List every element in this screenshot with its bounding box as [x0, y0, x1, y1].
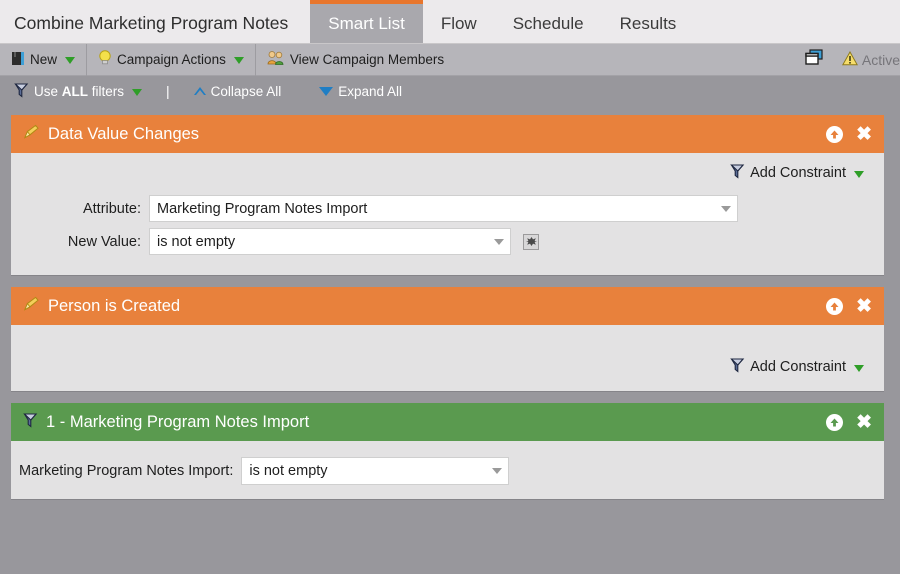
- new-value-select-value: is not empty: [157, 233, 236, 250]
- expand-all-label: Expand All: [338, 83, 403, 99]
- collapse-all-button[interactable]: Collapse All: [186, 84, 290, 99]
- tab-flow-label: Flow: [440, 13, 477, 33]
- new-button[interactable]: New: [0, 44, 86, 75]
- tab-smart-list[interactable]: Smart List: [310, 0, 423, 43]
- attribute-label: Attribute:: [82, 200, 141, 217]
- add-constraint-label: Add Constraint: [750, 165, 846, 181]
- funnel-icon: [23, 412, 38, 433]
- funnel-icon: [730, 163, 745, 183]
- collapse-all-label: Collapse All: [210, 83, 282, 99]
- attribute-select[interactable]: Marketing Program Notes Import: [149, 195, 738, 222]
- tab-results[interactable]: Results: [602, 0, 695, 43]
- add-constraint-button[interactable]: Add Constraint: [730, 357, 864, 377]
- document-icon: [11, 51, 25, 69]
- form-row-attribute: Attribute: Marketing Program Notes Impor…: [23, 195, 872, 222]
- status-badge-label: Active: [861, 51, 900, 68]
- panel-body: Add Constraint Attribute: Marketing Prog…: [11, 153, 884, 275]
- people-icon: [267, 50, 285, 69]
- chevron-down-icon: [494, 238, 504, 245]
- move-up-button[interactable]: [826, 413, 844, 431]
- funnel-icon: [730, 357, 745, 377]
- panel-body: Add Constraint: [11, 325, 884, 391]
- tab-bar: Combine Marketing Program Notes Smart Li…: [0, 0, 900, 44]
- chevron-down-icon[interactable]: [854, 364, 864, 372]
- lightbulb-icon: [98, 50, 112, 69]
- filter-toolbar-separator: |: [166, 83, 170, 99]
- value-picker-button[interactable]: [523, 233, 539, 250]
- use-all-filters-button[interactable]: Use ALL filters: [6, 82, 150, 101]
- chevron-down-icon[interactable]: [233, 57, 244, 64]
- chevron-down-icon[interactable]: [132, 88, 143, 96]
- panel-body: Marketing Program Notes Import: is not e…: [11, 441, 884, 499]
- tab-schedule-label: Schedule: [512, 13, 584, 33]
- move-up-button[interactable]: [826, 297, 844, 315]
- funnel-icon: [14, 82, 29, 101]
- panel-title: 1 - Marketing Program Notes Import: [46, 412, 310, 431]
- filter-panel-marketing-program-notes-import: 1 - Marketing Program Notes Import ✖ Mar…: [11, 403, 884, 499]
- filter-operator-select[interactable]: is not empty: [241, 457, 510, 485]
- panel-header-actions: ✖: [826, 413, 872, 432]
- triangle-down-icon: [319, 86, 334, 96]
- use-all-filters-label: Use ALL filters: [34, 84, 124, 99]
- smart-list-canvas: Data Value Changes ✖ Add Constraint Attr…: [0, 106, 900, 574]
- panel-header-actions: ✖: [826, 297, 872, 316]
- expand-all-button[interactable]: Expand All: [311, 84, 410, 99]
- add-constraint-row: Add Constraint: [23, 357, 872, 377]
- filter-panel-data-value-changes: Data Value Changes ✖ Add Constraint Attr…: [11, 115, 884, 275]
- move-up-button[interactable]: [826, 125, 844, 143]
- use-filters-prefix: Use: [34, 83, 62, 99]
- pencil-icon: [23, 296, 40, 317]
- program-title: Combine Marketing Program Notes: [14, 13, 289, 33]
- window-icon[interactable]: [804, 48, 824, 71]
- chevron-down-icon: [492, 468, 503, 474]
- triangle-up-icon: [193, 87, 206, 95]
- use-filters-suffix: filters: [88, 83, 125, 99]
- toolbar-right-group: Active: [804, 44, 900, 75]
- warning-icon: [841, 50, 858, 69]
- constraint-form: Attribute: Marketing Program Notes Impor…: [23, 195, 872, 255]
- close-icon[interactable]: ✖: [856, 413, 872, 432]
- panel-title: Data Value Changes: [48, 124, 200, 143]
- tab-smart-list-label: Smart List: [328, 13, 405, 33]
- panel-header: Data Value Changes ✖: [11, 115, 884, 153]
- panel-header-actions: ✖: [826, 125, 872, 144]
- tab-flow[interactable]: Flow: [423, 0, 495, 43]
- chevron-down-icon[interactable]: [854, 170, 864, 178]
- campaign-actions-button[interactable]: Campaign Actions: [87, 44, 255, 75]
- add-constraint-row: Add Constraint: [23, 163, 872, 183]
- panel-header: 1 - Marketing Program Notes Import ✖: [11, 403, 884, 441]
- filter-toolbar: Use ALL filters | Collapse All Expand Al…: [0, 76, 900, 106]
- use-filters-emphasis: ALL: [61, 83, 89, 99]
- panel-header: Person is Created ✖: [11, 287, 884, 325]
- view-campaign-members-button[interactable]: View Campaign Members: [256, 44, 455, 75]
- action-toolbar: New Campaign Actions View Campaign Membe…: [0, 43, 900, 76]
- tab-results-label: Results: [619, 13, 677, 33]
- filter-operator-value: is not empty: [249, 463, 328, 479]
- new-value-label: New Value:: [67, 233, 141, 250]
- filter-criteria-row: Marketing Program Notes Import: is not e…: [19, 451, 872, 485]
- filter-criteria-label: Marketing Program Notes Import:: [19, 463, 234, 479]
- panel-title: Person is Created: [48, 296, 181, 315]
- new-value-select[interactable]: is not empty: [149, 228, 511, 255]
- attribute-select-value: Marketing Program Notes Import: [157, 200, 368, 217]
- status-badge: Active: [841, 50, 900, 69]
- add-constraint-label: Add Constraint: [750, 359, 846, 375]
- close-icon[interactable]: ✖: [856, 125, 872, 144]
- tab-schedule[interactable]: Schedule: [495, 0, 602, 43]
- add-constraint-button[interactable]: Add Constraint: [730, 163, 864, 183]
- campaign-actions-label: Campaign Actions: [117, 52, 226, 67]
- view-campaign-members-label: View Campaign Members: [289, 52, 445, 67]
- chevron-down-icon: [721, 205, 731, 212]
- close-icon[interactable]: ✖: [856, 297, 872, 316]
- pencil-icon: [23, 124, 40, 145]
- chevron-down-icon[interactable]: [65, 57, 76, 64]
- filter-panel-person-is-created: Person is Created ✖ Add Constraint: [11, 287, 884, 391]
- new-button-label: New: [30, 52, 58, 67]
- form-row-new-value: New Value: is not empty: [23, 228, 872, 255]
